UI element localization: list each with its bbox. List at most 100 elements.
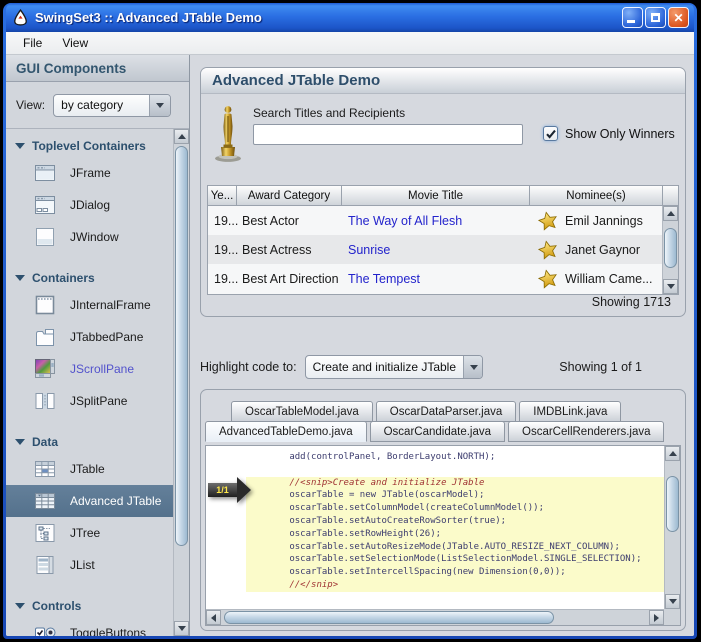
combo-arrow-button[interactable] <box>463 356 483 378</box>
sidebar-scrollbar-thumb[interactable] <box>175 146 188 546</box>
code-lines: add(controlPanel, BorderLayout.NORTH); /… <box>206 446 664 609</box>
table-row[interactable]: 19... Best Actor The Way of All Flesh <box>208 206 662 235</box>
scroll-up-button[interactable] <box>174 129 189 144</box>
sidebar-item-jwindow[interactable]: JWindow <box>6 221 173 253</box>
sidebar-item-jtabbedpane[interactable]: JTabbedPane <box>6 321 173 353</box>
tab-advancedtabledemo[interactable]: AdvancedTableDemo.java <box>205 421 367 442</box>
combo-arrow-button[interactable] <box>149 95 170 116</box>
code-line <box>246 464 664 477</box>
sidebar-item-jframe[interactable]: JFrame <box>6 157 173 189</box>
sidebar-item-jdialog[interactable]: JDialog <box>6 189 173 221</box>
maximize-icon <box>651 13 660 22</box>
search-input[interactable] <box>253 124 523 145</box>
view-label: View: <box>16 98 45 112</box>
sidebar-item-jscrollpane[interactable]: JScrollPane <box>6 353 173 385</box>
code-vscroll-thumb[interactable] <box>666 476 679 532</box>
code-line: oscarTable.setIntercellSpacing(new Dimen… <box>246 566 664 579</box>
code-horizontal-scrollbar[interactable] <box>206 609 664 625</box>
snippet-status-text: Showing 1 of 1 <box>559 360 642 374</box>
table-scrollbar[interactable] <box>662 206 678 294</box>
column-header-award-category[interactable]: Award Category <box>237 185 342 206</box>
code-editor-view[interactable]: add(controlPanel, BorderLayout.NORTH); /… <box>205 445 681 626</box>
nominee-name: Janet Gaynor <box>565 243 640 257</box>
snippet-marker-label: 1/1 <box>208 483 237 497</box>
menu-view[interactable]: View <box>52 33 98 53</box>
code-vertical-scrollbar[interactable] <box>664 446 680 609</box>
snippet-arrow-icon <box>237 477 251 503</box>
movie-title-link[interactable]: The Tempest <box>343 272 531 286</box>
tree-category-toplevel-containers[interactable]: Toplevel Containers <box>6 135 173 157</box>
column-header-spacer <box>663 185 679 206</box>
maximize-button[interactable] <box>645 7 666 28</box>
tab-oscardataparser[interactable]: OscarDataParser.java <box>376 401 517 422</box>
demo-main-area: Advanced JTable Demo <box>190 55 694 636</box>
table-row[interactable]: 19... Best Art Direction The Tempest Wil… <box>208 264 662 293</box>
code-line: oscarTable = new JTable(oscarModel); <box>246 489 664 502</box>
tree-category-data[interactable]: Data <box>6 431 173 453</box>
sidebar-item-togglebuttons[interactable]: ToggleButtons <box>6 617 173 636</box>
sidebar-item-jinternalframe[interactable]: JInternalFrame <box>6 289 173 321</box>
togglebuttons-icon <box>33 621 57 636</box>
scrollbar-corner <box>664 609 680 625</box>
tab-oscarcandidate[interactable]: OscarCandidate.java <box>370 421 505 442</box>
arrow-up-icon <box>667 207 675 216</box>
scroll-right-button[interactable] <box>649 610 664 625</box>
highlight-code-combobox-value: Create and initialize JTable <box>306 360 463 374</box>
arrow-down-icon <box>669 599 677 608</box>
tree-category-controls[interactable]: Controls <box>6 595 173 617</box>
table-scrollbar-thumb[interactable] <box>664 228 677 268</box>
close-button[interactable]: ✕ <box>668 7 689 28</box>
collapse-triangle-icon <box>15 143 25 154</box>
sidebar-scrollbar[interactable] <box>173 129 189 636</box>
arrow-down-icon <box>178 626 186 635</box>
table-row[interactable]: 19... Best Actress Sunrise Janet Gaynor <box>208 235 662 264</box>
title-bar[interactable]: SwingSet3 :: Advanced JTable Demo ✕ <box>6 3 694 32</box>
sidebar-item-jtree[interactable]: JTree <box>6 517 173 549</box>
sidebar-title: GUI Components <box>6 55 189 82</box>
scroll-down-button[interactable] <box>174 621 189 636</box>
code-line: add(controlPanel, BorderLayout.NORTH); <box>246 451 664 464</box>
sidebar-item-jtable[interactable]: JTable <box>6 453 173 485</box>
column-header-nominees[interactable]: Nominee(s) <box>530 185 663 206</box>
movie-title-link[interactable]: The Way of All Flesh <box>343 214 531 228</box>
menu-bar: File View <box>6 32 694 55</box>
window-body: File View GUI Components View: by catego… <box>6 32 694 636</box>
chevron-down-icon <box>156 103 164 112</box>
tree-category-containers[interactable]: Containers <box>6 267 173 289</box>
jtable-icon <box>33 457 57 481</box>
snippet-marker: 1/1 <box>208 477 251 503</box>
code-hscroll-thumb[interactable] <box>224 611 554 624</box>
highlight-code-label: Highlight code to: <box>200 360 297 374</box>
show-only-winners-checkbox[interactable] <box>543 126 558 141</box>
column-header-movie-title[interactable]: Movie Title <box>342 185 530 206</box>
nominee-name: William Came... <box>565 272 653 286</box>
movie-title-link[interactable]: Sunrise <box>343 243 531 257</box>
view-combobox-value: by category <box>54 98 149 112</box>
jdialog-icon <box>33 193 57 217</box>
scroll-up-button[interactable] <box>663 206 678 221</box>
menu-file[interactable]: File <box>13 33 52 53</box>
scroll-up-button[interactable] <box>665 446 680 461</box>
oscar-table: Ye... Award Category Movie Title Nominee… <box>207 185 679 295</box>
winner-star-icon <box>537 210 559 232</box>
sidebar-item-jsplitpane[interactable]: JSplitPane <box>6 385 173 417</box>
scroll-down-button[interactable] <box>663 279 678 294</box>
sidebar-item-jlist[interactable]: JList <box>6 549 173 581</box>
sidebar-item-advanced-jtable[interactable]: Advanced JTable <box>6 485 173 517</box>
scroll-down-button[interactable] <box>665 594 680 609</box>
window-title: SwingSet3 :: Advanced JTable Demo <box>35 10 622 25</box>
tab-imdblink[interactable]: IMDBLink.java <box>519 401 621 422</box>
scroll-left-button[interactable] <box>206 610 221 625</box>
jscrollpane-icon <box>33 357 57 381</box>
jwindow-icon <box>33 225 57 249</box>
code-line: //</snip> <box>246 579 664 592</box>
duke-app-icon <box>12 9 29 26</box>
tab-oscartablemodel[interactable]: OscarTableModel.java <box>231 401 373 422</box>
highlight-code-combobox[interactable]: Create and initialize JTable <box>305 355 483 379</box>
code-line: oscarTable.setRowHeight(26); <box>246 528 664 541</box>
app-window: SwingSet3 :: Advanced JTable Demo ✕ File… <box>3 3 697 639</box>
tab-oscarcellrenderers[interactable]: OscarCellRenderers.java <box>508 421 664 442</box>
minimize-button[interactable] <box>622 7 643 28</box>
view-combobox[interactable]: by category <box>53 94 171 117</box>
column-header-year[interactable]: Ye... <box>207 185 237 206</box>
